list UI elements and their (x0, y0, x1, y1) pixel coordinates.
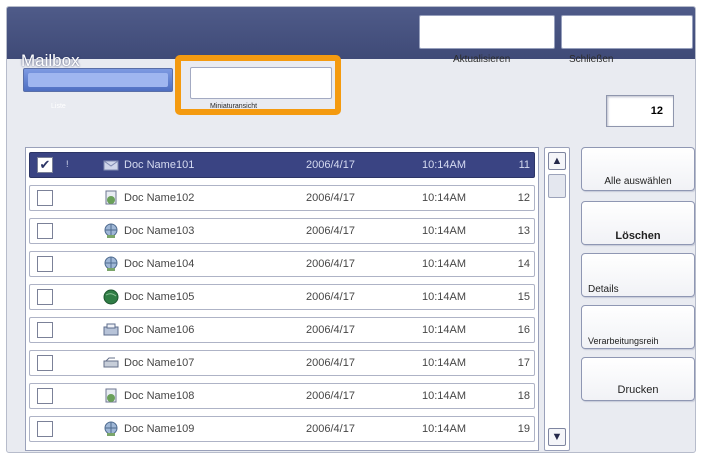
document-time: 10:14AM (422, 159, 467, 171)
document-date: 2006/4/17 (306, 291, 355, 303)
table-row[interactable]: Doc Name102 2006/4/17 10:14AM 12 (29, 185, 535, 211)
row-checkbox[interactable] (37, 322, 53, 338)
document-time: 10:14AM (422, 324, 467, 336)
document-date: 2006/4/17 (306, 159, 355, 171)
details-button[interactable]: Details (581, 253, 695, 297)
document-pages: 17 (517, 357, 530, 369)
table-row[interactable]: Doc Name109 2006/4/17 10:14AM 19 (29, 416, 535, 442)
document-name: Doc Name107 (124, 357, 195, 369)
select-all-label: Alle auswählen (604, 176, 672, 187)
refresh-button-label: Aktualisieren (453, 54, 511, 65)
print-button[interactable]: Drucken (581, 357, 695, 401)
table-row[interactable]: Doc Name104 2006/4/17 10:14AM 14 (29, 251, 535, 277)
table-row[interactable]: Doc Name103 2006/4/17 10:14AM 13 (29, 218, 535, 244)
row-checkbox[interactable]: ✔ (37, 157, 53, 173)
document-pages: 15 (517, 291, 530, 303)
document-date: 2006/4/17 (306, 258, 355, 270)
document-date: 2006/4/17 (306, 423, 355, 435)
document-pages: 11 (518, 159, 530, 171)
document-name: Doc Name103 (124, 225, 195, 237)
document-pages: 12 (517, 192, 530, 204)
document-time: 10:14AM (422, 192, 467, 204)
printer-document-icon (102, 321, 120, 339)
mailbox-screen: Mailbox Aktualisieren Schließen Liste Mi… (6, 6, 696, 453)
row-checkbox[interactable] (37, 223, 53, 239)
document-name: Doc Name105 (124, 291, 195, 303)
document-time: 10:14AM (422, 225, 467, 237)
document-list: ✔! Doc Name101 2006/4/17 10:14AM 11 Doc Name1… (25, 147, 539, 451)
document-pages: 16 (517, 324, 530, 336)
document-name: Doc Name104 (124, 258, 195, 270)
fax-document-icon (102, 354, 120, 372)
document-name: Doc Name102 (124, 192, 195, 204)
table-row[interactable]: Doc Name105 2006/4/17 10:14AM 15 (29, 284, 535, 310)
table-row[interactable]: Doc Name108 2006/4/17 10:14AM 18 (29, 383, 535, 409)
scroll-down-button[interactable]: ▼ (548, 428, 566, 446)
document-time: 10:14AM (422, 390, 467, 402)
document-name: Doc Name109 (124, 423, 195, 435)
document-pages: 18 (517, 390, 530, 402)
list-view-label: Liste (51, 103, 66, 110)
document-name: Doc Name101 (124, 159, 195, 171)
table-row[interactable]: Doc Name106 2006/4/17 10:14AM 16 (29, 317, 535, 343)
row-checkbox[interactable] (37, 289, 53, 305)
details-label: Details (588, 284, 619, 295)
globe-document-icon (102, 255, 120, 273)
table-row[interactable]: Doc Name107 2006/4/17 10:14AM 17 (29, 350, 535, 376)
document-time: 10:14AM (422, 258, 467, 270)
document-pages: 14 (517, 258, 530, 270)
mail-document-icon (102, 156, 120, 174)
processing-label: Verarbeitungsreih (588, 336, 659, 346)
globe-green-document-icon (102, 288, 120, 306)
row-checkbox[interactable] (37, 256, 53, 272)
scroll-up-button[interactable]: ▲ (548, 152, 566, 170)
scroll-thumb[interactable] (548, 174, 566, 198)
scan-document-icon (102, 189, 120, 207)
document-date: 2006/4/17 (306, 324, 355, 336)
delete-button[interactable]: Löschen (581, 201, 695, 245)
document-date: 2006/4/17 (306, 357, 355, 369)
document-date: 2006/4/17 (306, 390, 355, 402)
globe-document-icon (102, 222, 120, 240)
globe-document-icon (102, 420, 120, 438)
row-checkbox[interactable] (37, 388, 53, 404)
row-flag: ! (66, 159, 69, 169)
delete-label: Löschen (615, 230, 661, 242)
document-pages: 19 (517, 423, 530, 435)
document-time: 10:14AM (422, 357, 467, 369)
document-name: Doc Name106 (124, 324, 195, 336)
document-count: 12 (606, 95, 674, 127)
document-time: 10:14AM (422, 291, 467, 303)
list-view-toggle[interactable] (23, 68, 173, 92)
refresh-button[interactable] (419, 15, 555, 49)
table-row[interactable]: ✔! Doc Name101 2006/4/17 10:14AM 11 (29, 152, 535, 178)
highlight-frame (175, 55, 341, 115)
row-checkbox[interactable] (37, 421, 53, 437)
row-checkbox[interactable] (37, 355, 53, 371)
document-date: 2006/4/17 (306, 192, 355, 204)
print-label: Drucken (617, 384, 659, 396)
close-button-label: Schließen (569, 54, 614, 65)
document-time: 10:14AM (422, 423, 467, 435)
scan-document-icon (102, 387, 120, 405)
document-date: 2006/4/17 (306, 225, 355, 237)
document-pages: 13 (517, 225, 530, 237)
select-all-button[interactable]: Alle auswählen (581, 147, 695, 191)
row-checkbox[interactable] (37, 190, 53, 206)
processing-button[interactable]: Verarbeitungsreih (581, 305, 695, 349)
document-name: Doc Name108 (124, 390, 195, 402)
scrollbar[interactable]: ▲ ▼ (544, 147, 570, 451)
close-button[interactable] (561, 15, 693, 49)
